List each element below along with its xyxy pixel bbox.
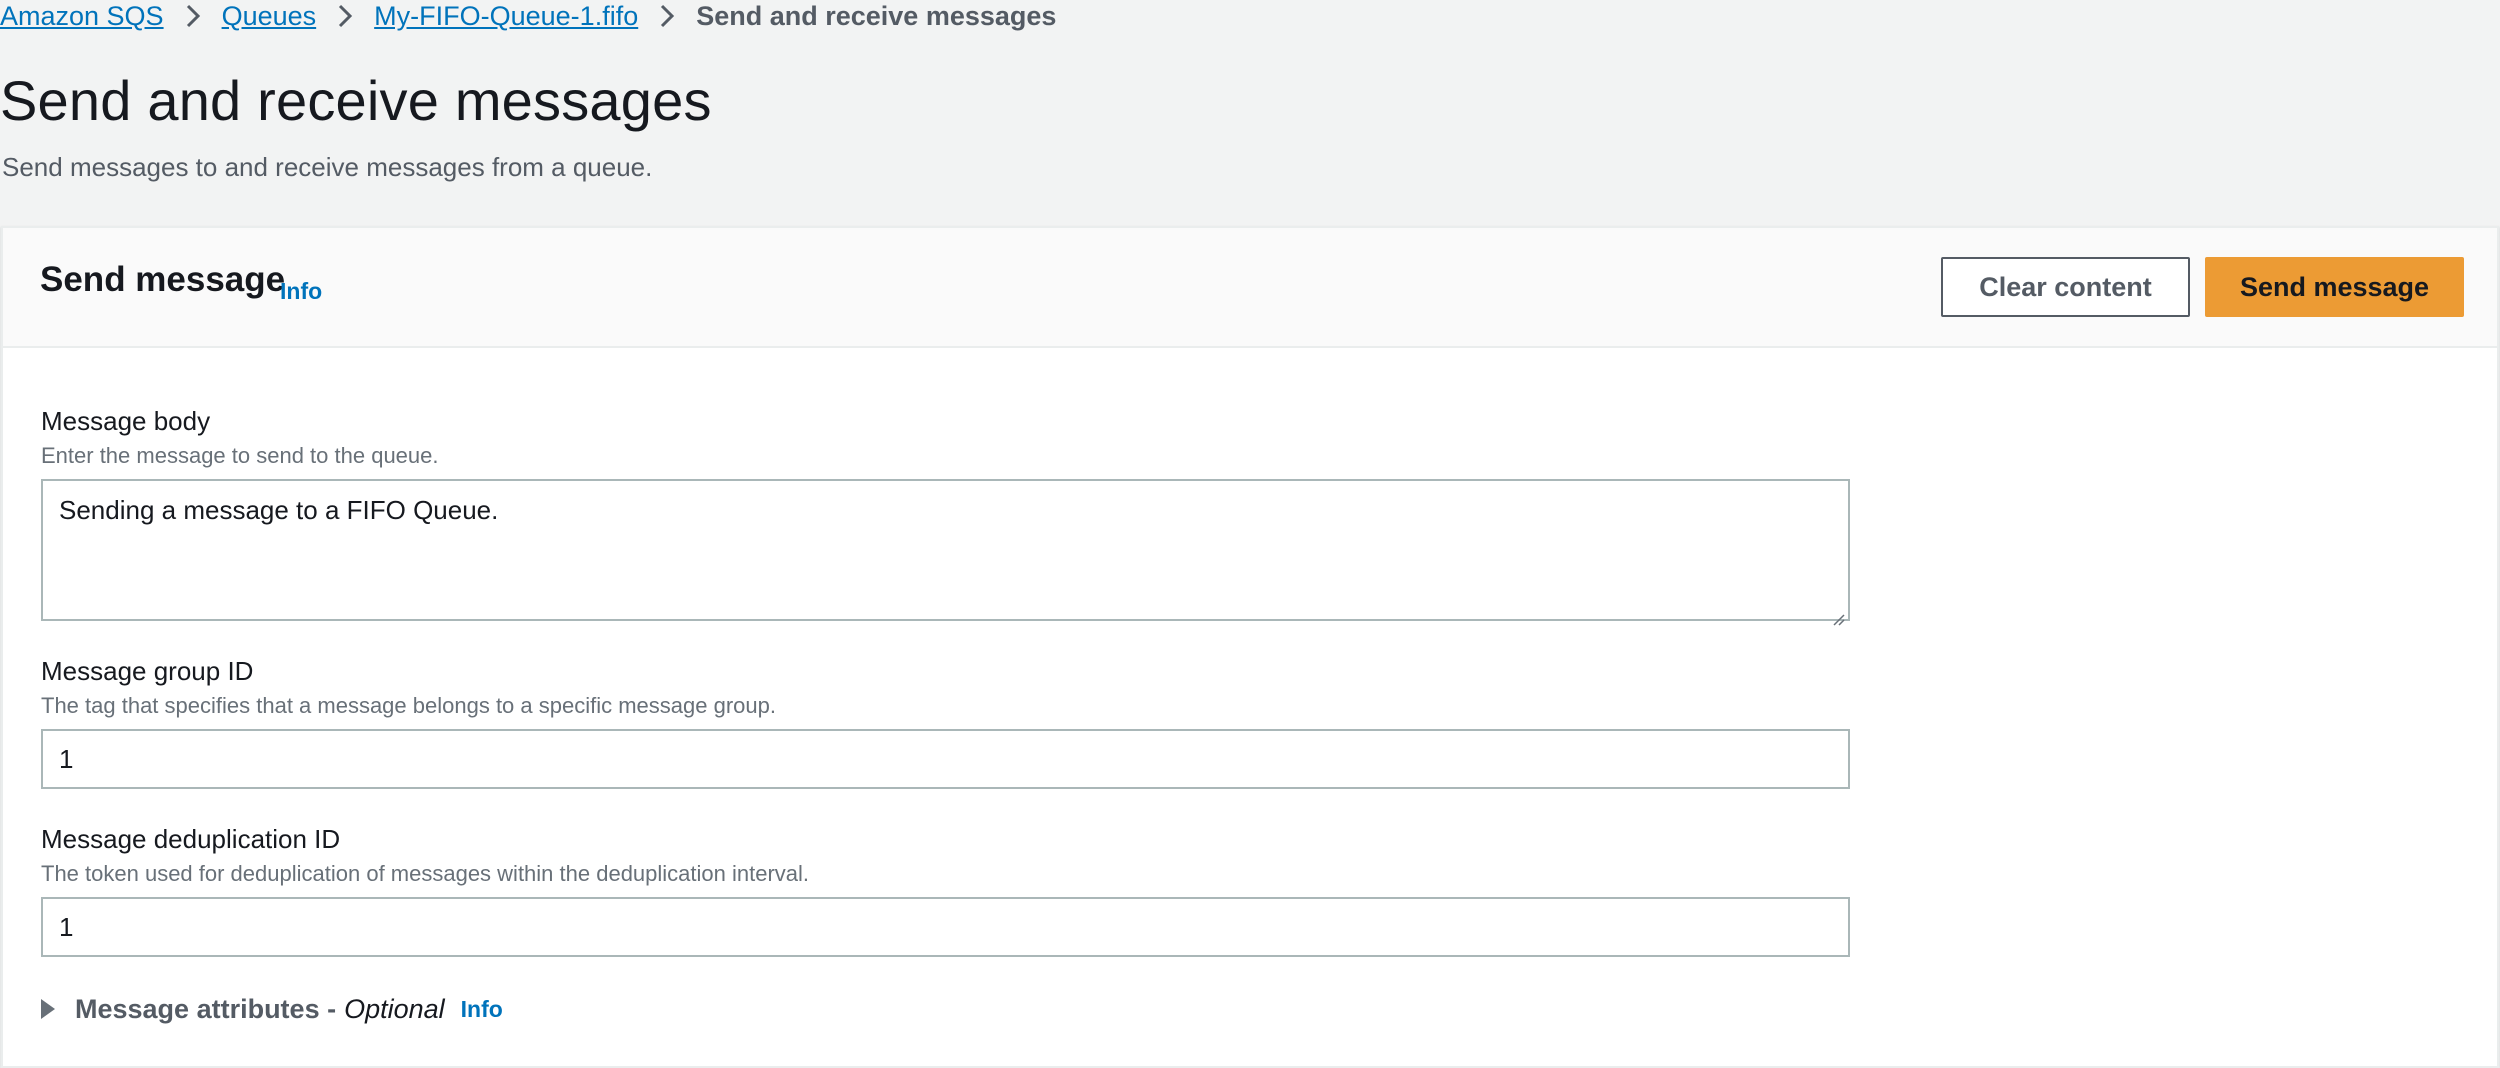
message-group-id-description: The tag that specifies that a message be… xyxy=(41,693,776,718)
message-body-description: Enter the message to send to the queue. xyxy=(41,443,439,468)
message-body-value: Sending a message to a FIFO Queue. xyxy=(59,495,499,525)
send-message-info-link[interactable]: Info xyxy=(280,278,322,305)
message-body-label: Message body xyxy=(41,406,211,436)
message-group-id-label: Message group ID xyxy=(41,656,254,686)
page-title: Send and receive messages xyxy=(0,69,712,132)
message-attributes-info-link[interactable]: Info xyxy=(461,996,503,1023)
message-attributes-expander[interactable]: Message attributes - Optional Info xyxy=(41,993,503,1025)
breadcrumb: Amazon SQS Queues My-FIFO-Queue-1.fifo S… xyxy=(0,0,1056,32)
message-attributes-label: Message attributes - xyxy=(75,993,337,1024)
panel-header: Send message Info Clear content Send mes… xyxy=(3,228,2497,348)
message-dedup-id-description: The token used for deduplication of mess… xyxy=(41,861,810,886)
message-dedup-id-input[interactable]: 1 xyxy=(41,897,1850,957)
breadcrumb-link-amazon-sqs[interactable]: Amazon SQS xyxy=(0,1,164,32)
chevron-right-icon xyxy=(184,2,202,30)
resize-grip-icon[interactable] xyxy=(1831,602,1845,626)
breadcrumb-link-queues[interactable]: Queues xyxy=(222,1,317,32)
message-attributes-optional: Optional xyxy=(344,993,445,1024)
chevron-right-icon xyxy=(336,2,354,30)
caret-right-icon xyxy=(41,999,55,1019)
chevron-right-icon xyxy=(658,2,676,30)
page-subtitle: Send messages to and receive messages fr… xyxy=(2,152,653,182)
message-group-id-value: 1 xyxy=(59,743,74,774)
panel-title: Send message xyxy=(40,260,286,299)
message-body-textarea[interactable]: Sending a message to a FIFO Queue. xyxy=(41,479,1850,626)
breadcrumb-link-queue[interactable]: My-FIFO-Queue-1.fifo xyxy=(374,1,638,32)
send-message-panel: Send message Info Clear content Send mes… xyxy=(1,226,2499,1068)
message-dedup-id-label: Message deduplication ID xyxy=(41,824,341,854)
message-dedup-id-value: 1 xyxy=(59,911,74,942)
send-message-button[interactable]: Send message xyxy=(2205,257,2464,317)
message-group-id-input[interactable]: 1 xyxy=(41,729,1850,789)
breadcrumb-current: Send and receive messages xyxy=(696,0,1057,31)
clear-content-button[interactable]: Clear content xyxy=(1941,257,2190,317)
